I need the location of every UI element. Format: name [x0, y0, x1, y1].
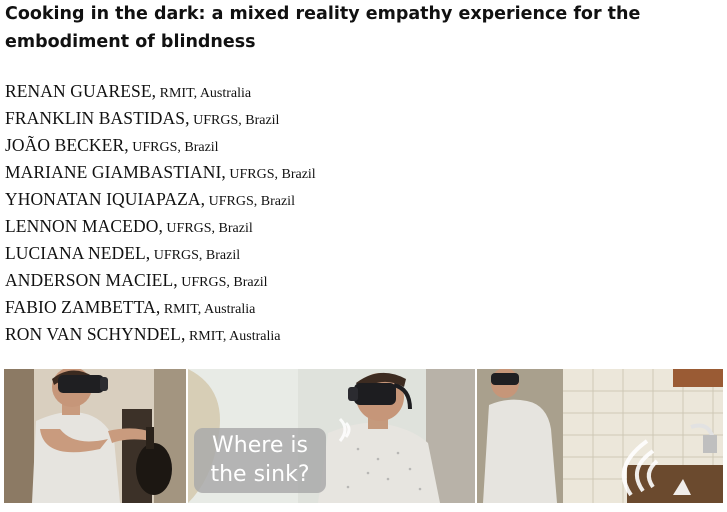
author-entry: YHONATAN IQUIAPAZA, UFRGS, Brazil: [5, 186, 316, 213]
author-entry: FRANKLIN BASTIDAS, UFRGS, Brazil: [5, 105, 316, 132]
author-name: ANDERSON MACIEL,: [5, 270, 178, 290]
author-name: RON VAN SCHYNDEL,: [5, 324, 186, 344]
author-name: LENNON MACEDO,: [5, 216, 163, 236]
author-entry: LUCIANA NEDEL, UFRGS, Brazil: [5, 240, 316, 267]
author-affiliation: UFRGS, Brazil: [225, 167, 316, 182]
author-affiliation: UFRGS, Brazil: [177, 275, 268, 290]
author-affiliation: RMIT, Australia: [160, 302, 256, 317]
author-entry: FABIO ZAMBETTA, RMIT, Australia: [5, 294, 316, 321]
speech-bubble-line-1: Where is: [212, 433, 308, 458]
author-list: RENAN GUARESE, RMIT, Australia FRANKLIN …: [5, 78, 316, 348]
author-entry: LENNON MACEDO, UFRGS, Brazil: [5, 213, 316, 240]
author-affiliation: UFRGS, Brazil: [128, 140, 219, 155]
author-affiliation: UFRGS, Brazil: [189, 113, 280, 128]
author-entry: RENAN GUARESE, RMIT, Australia: [5, 78, 316, 105]
author-affiliation: RMIT, Australia: [185, 329, 281, 344]
author-affiliation: UFRGS, Brazil: [205, 194, 295, 209]
author-name: MARIANE GIAMBASTIANI,: [5, 162, 226, 182]
author-entry: MARIANE GIAMBASTIANI, UFRGS, Brazil: [5, 159, 316, 186]
author-name: YHONATAN IQUIAPAZA,: [5, 189, 206, 209]
paper-title: Cooking in the dark: a mixed reality emp…: [5, 4, 641, 52]
author-entry: ANDERSON MACIEL, UFRGS, Brazil: [5, 267, 316, 294]
author-name: FABIO ZAMBETTA,: [5, 297, 161, 317]
author-name: LUCIANA NEDEL,: [5, 243, 151, 263]
author-entry: JOÃO BECKER, UFRGS, Brazil: [5, 132, 316, 159]
author-affiliation: UFRGS, Brazil: [162, 221, 253, 236]
author-name: JOÃO BECKER,: [5, 135, 129, 155]
author-name: FRANKLIN BASTIDAS,: [5, 108, 190, 128]
author-affiliation: RMIT, Australia: [156, 86, 252, 101]
speech-bubble-line-2: the sink?: [210, 462, 310, 487]
author-entry: RON VAN SCHYNDEL, RMIT, Australia: [5, 321, 316, 348]
author-name: RENAN GUARESE,: [5, 81, 157, 101]
teaser-photo-holding-pan: [4, 369, 186, 503]
teaser-photo-asking-sink: Where is the sink?: [188, 369, 475, 503]
author-affiliation: UFRGS, Brazil: [150, 248, 241, 263]
speech-bubble: Where is the sink?: [194, 428, 326, 493]
teaser-figure: Where is the sink?: [0, 369, 727, 503]
teaser-photo-kitchen-sink: [477, 369, 723, 503]
